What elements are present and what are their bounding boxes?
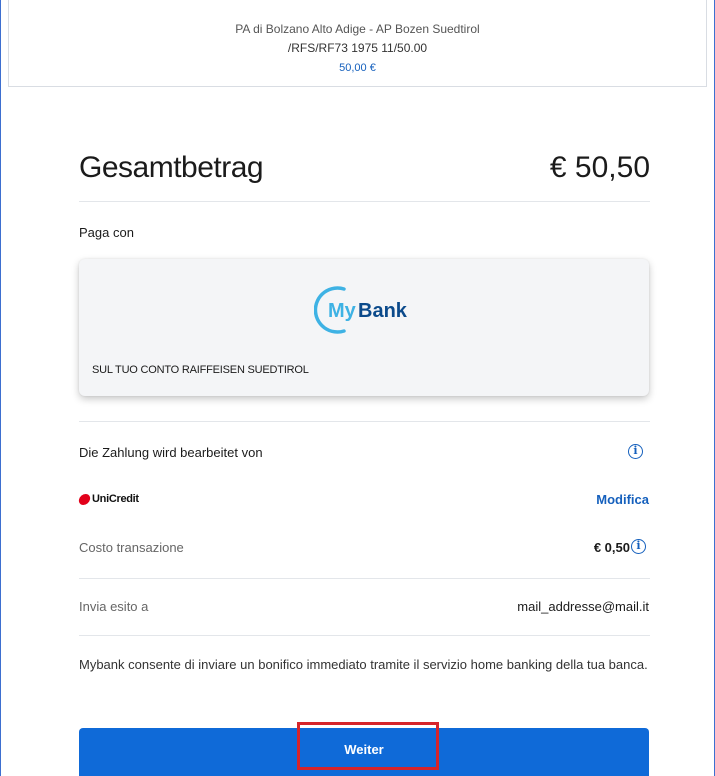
divider <box>79 201 650 202</box>
fee-value: € 0,50 <box>593 540 630 555</box>
processor-label: Die Zahlung wird bearbeitet von <box>79 445 263 460</box>
fee-label: Costo transazione <box>79 540 184 555</box>
mybank-logo-bank: Bank <box>358 300 408 322</box>
header-amount: 50,00 € <box>339 62 376 74</box>
total-label: Gesamtbetrag <box>79 151 264 184</box>
info-icon[interactable]: i <box>628 444 643 459</box>
creditor-name: PA di Bolzano Alto Adige - AP Bozen Sued… <box>235 22 480 36</box>
unicredit-logo: UniCredit <box>77 489 139 509</box>
divider <box>79 578 650 579</box>
send-result-email: mail_addresse@mail.it <box>517 599 649 614</box>
payment-method-description: SUL TUO CONTO RAIFFEISEN SUEDTIROL <box>92 364 309 376</box>
pay-with-label: Paga con <box>79 225 134 240</box>
mybank-logo-my: My <box>328 300 357 322</box>
mybank-logo: My Bank <box>314 286 408 334</box>
fee-info-icon[interactable]: i <box>631 539 646 554</box>
send-result-label: Invia esito a <box>79 599 149 614</box>
edit-processor-link[interactable]: Modifica <box>596 492 649 507</box>
payment-summary-header: PA di Bolzano Alto Adige - AP Bozen Sued… <box>8 0 707 87</box>
payment-method-card[interactable]: My Bank SUL TUO CONTO RAIFFEISEN SUEDTIR… <box>79 259 649 396</box>
window-border-left <box>0 0 1 776</box>
unicredit-name: UniCredit <box>92 493 139 505</box>
divider <box>79 421 650 422</box>
unicredit-mark-icon <box>77 493 92 505</box>
payment-reference: /RFS/RF73 1975 11/50.00 <box>287 41 428 55</box>
mybank-info-text: Mybank consente di inviare un bonifico i… <box>79 657 648 672</box>
highlight-box <box>297 722 439 770</box>
total-value: € 50,50 <box>549 151 650 184</box>
divider <box>79 635 650 636</box>
